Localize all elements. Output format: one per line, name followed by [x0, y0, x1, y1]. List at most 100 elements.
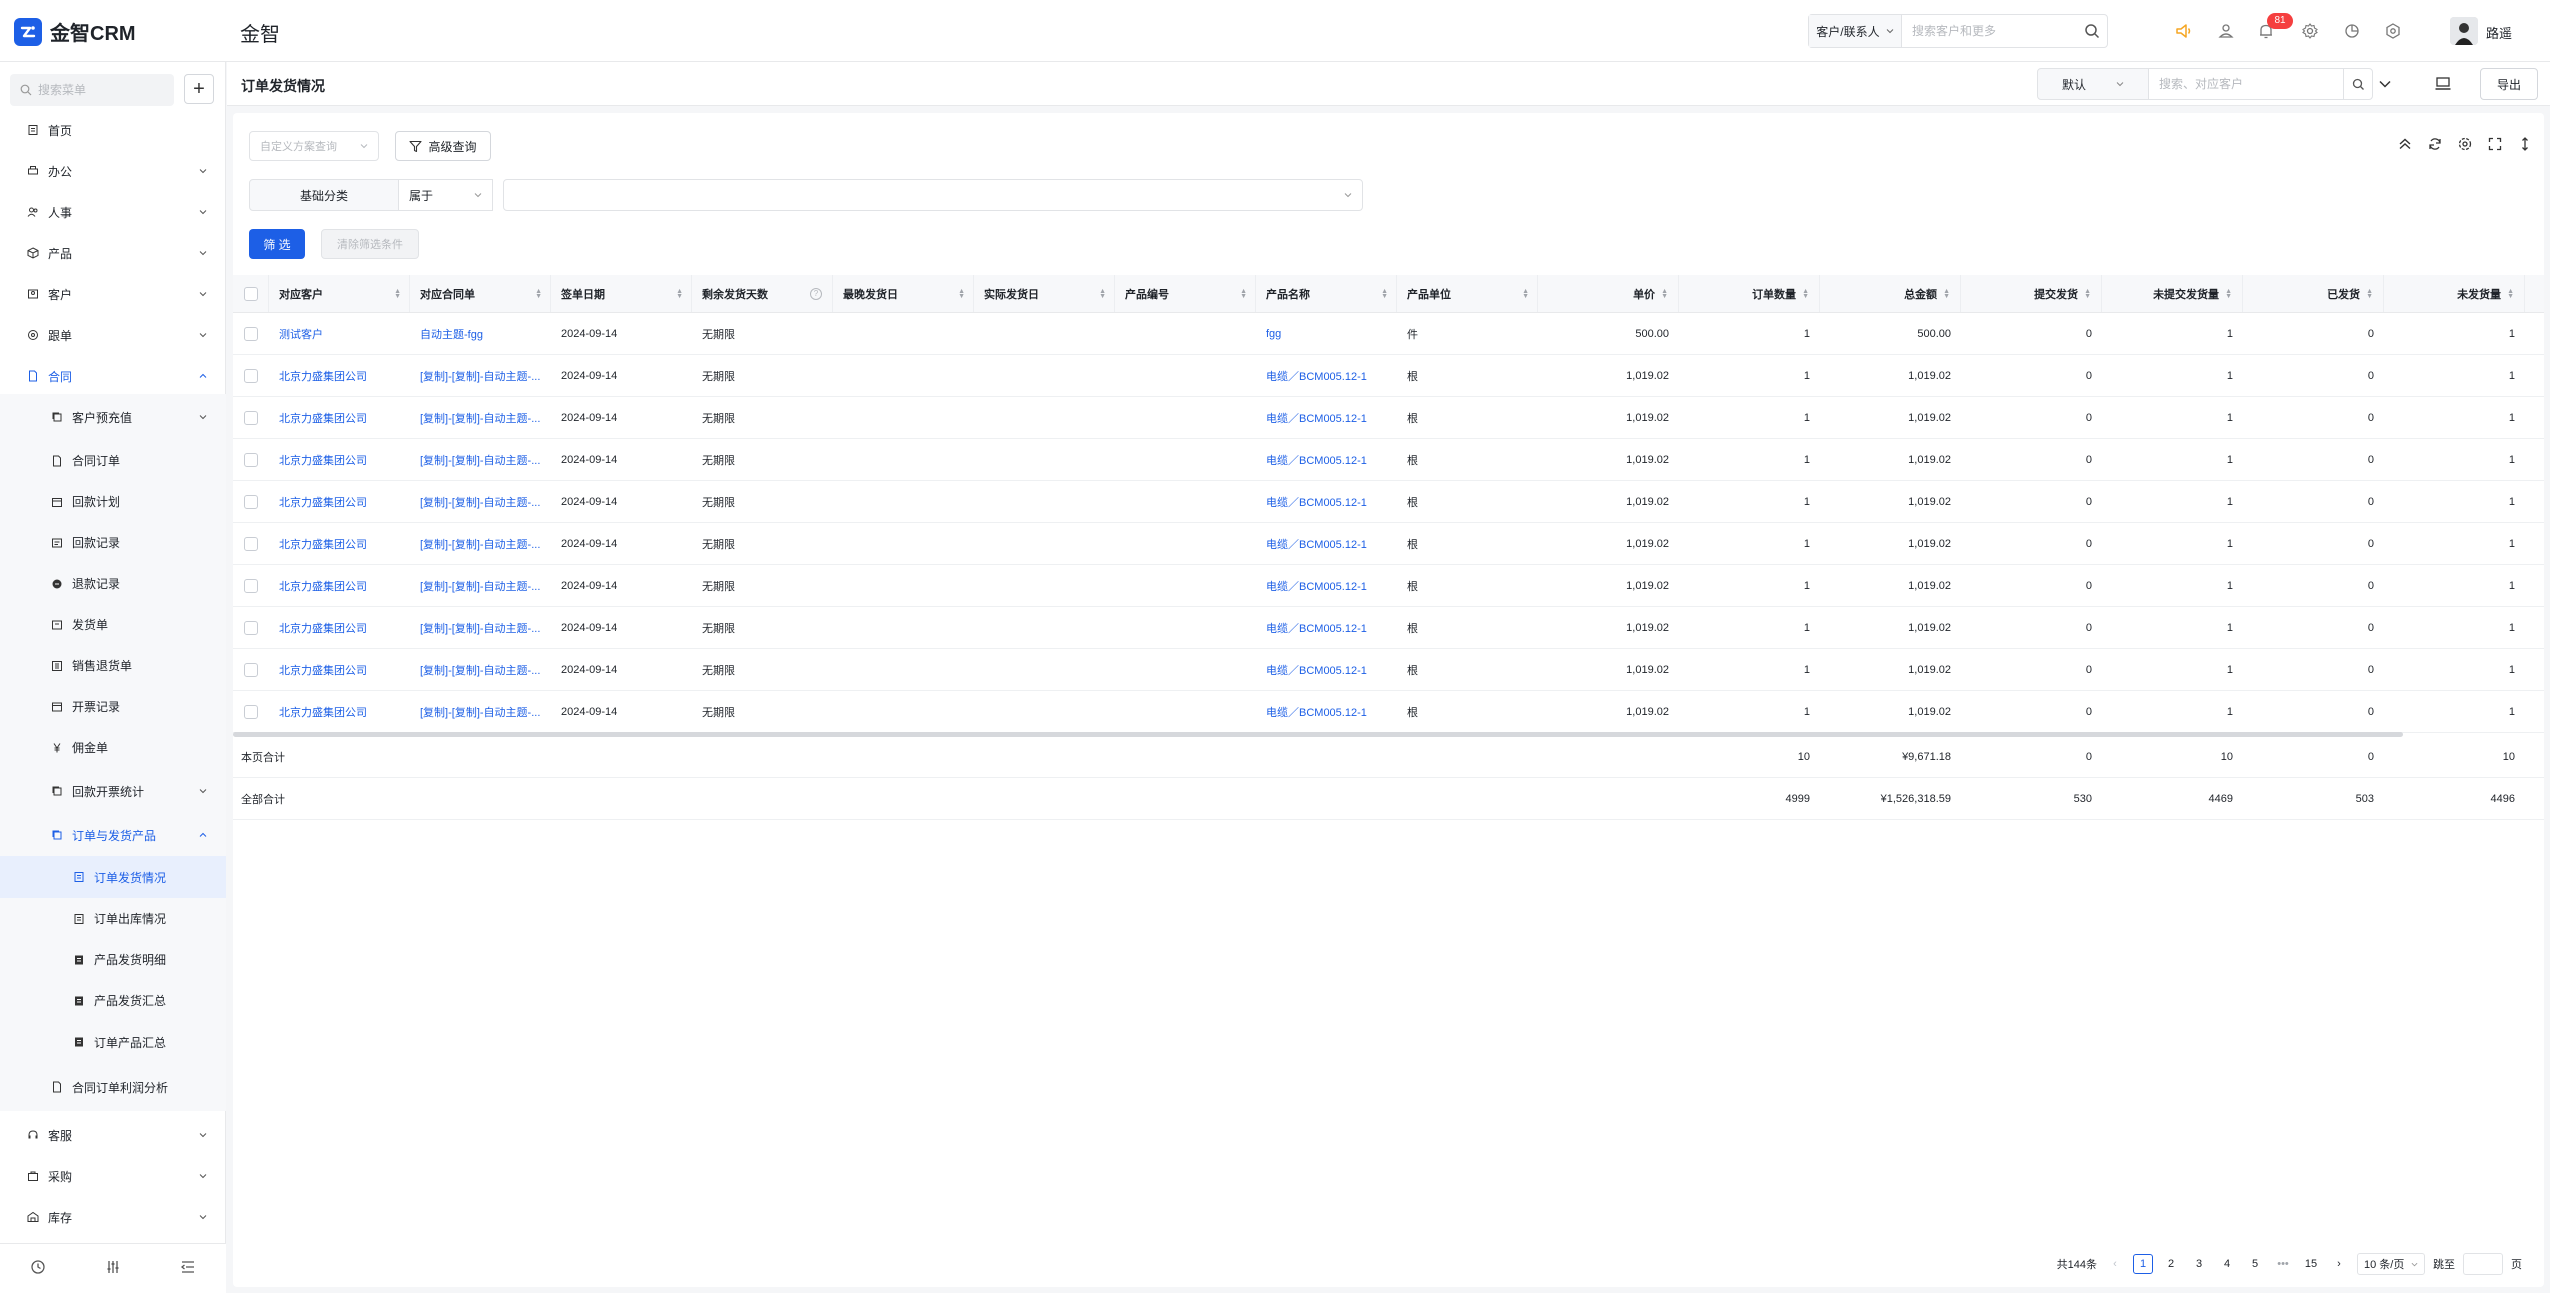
prev-page-icon[interactable]: ‹: [2105, 1254, 2125, 1274]
cell-customer[interactable]: 北京力盛集团公司: [269, 439, 410, 480]
scheme-select[interactable]: 自定义方案查询: [249, 131, 379, 161]
sort-icon[interactable]: ▲ ▼: [958, 288, 965, 300]
page-search-input[interactable]: [2149, 77, 2343, 91]
sidebar-item-office[interactable]: 办公: [0, 153, 226, 189]
sidebar-item-order-outbound[interactable]: 订单出库情况: [0, 898, 226, 939]
page-3[interactable]: 3: [2189, 1254, 2209, 1274]
sidebar-item-commission[interactable]: 佣金单: [0, 727, 226, 768]
cell-contract[interactable]: [复制]-[复制]-自动主题-...: [410, 523, 551, 564]
cell-contract[interactable]: [复制]-[复制]-自动主题-...: [410, 355, 551, 396]
cell-contract[interactable]: [复制]-[复制]-自动主题-...: [410, 607, 551, 648]
refresh-icon[interactable]: [2426, 135, 2444, 153]
speaker-icon[interactable]: [2170, 17, 2198, 45]
filter-value-select[interactable]: [503, 179, 1363, 211]
sort-icon[interactable]: ▲ ▼: [394, 288, 401, 300]
sidebar-item-payment-plan[interactable]: 回款计划: [0, 481, 226, 522]
sort-icon[interactable]: ▲ ▼: [2084, 288, 2091, 300]
cell-customer[interactable]: 北京力盛集团公司: [269, 691, 410, 732]
row-checkbox[interactable]: [244, 536, 258, 551]
row-checkbox[interactable]: [244, 662, 258, 677]
sidebar-item-purchase[interactable]: 采购: [0, 1158, 226, 1194]
sort-icon[interactable]: ▲ ▼: [1381, 288, 1388, 300]
sidebar-item-customer[interactable]: 客户: [0, 276, 226, 312]
column-header-order-qty[interactable]: 订单数量 ▲ ▼: [1679, 275, 1820, 312]
row-checkbox[interactable]: [244, 452, 258, 467]
sidebar-item-sales-return[interactable]: 销售退货单: [0, 645, 226, 686]
column-header-unshipped[interactable]: 未发货量 ▲ ▼: [2384, 275, 2525, 312]
column-header-submitted[interactable]: 提交发货 ▲ ▼: [1961, 275, 2102, 312]
cell-product-name[interactable]: 电缆／BCM005.12-1: [1256, 481, 1397, 522]
row-checkbox[interactable]: [244, 410, 258, 425]
collapse-up-icon[interactable]: [2396, 135, 2414, 153]
sidebar-item-order-delivery-status[interactable]: 订单发货情况: [0, 856, 226, 898]
user-name[interactable]: 路遥: [2486, 23, 2512, 42]
sidebar-item-profit-analysis[interactable]: 合同订单利润分析: [0, 1063, 226, 1111]
search-icon[interactable]: [2077, 15, 2107, 47]
sort-icon[interactable]: ▲ ▼: [2507, 288, 2514, 300]
settings-icon[interactable]: [2456, 135, 2474, 153]
sort-icon[interactable]: ▲ ▼: [535, 288, 542, 300]
cell-product-name[interactable]: 电缆／BCM005.12-1: [1256, 691, 1397, 732]
menu-search-input[interactable]: [38, 83, 168, 97]
sort-icon[interactable]: ▲ ▼: [1943, 288, 1950, 300]
sidebar-item-order-shipping[interactable]: 订单与发货产品: [0, 814, 226, 856]
sidebar-item-payment-stats[interactable]: 回款开票统计: [0, 768, 226, 814]
column-header-shipped[interactable]: 已发货 ▲ ▼: [2243, 275, 2384, 312]
sort-icon[interactable]: ▲ ▼: [1522, 288, 1529, 300]
sidebar-item-hr[interactable]: 人事: [0, 194, 226, 230]
page-4[interactable]: 4: [2217, 1254, 2237, 1274]
advanced-search-button[interactable]: 高级查询: [395, 131, 491, 161]
cell-customer[interactable]: 北京力盛集团公司: [269, 523, 410, 564]
column-header-unit-price[interactable]: 单价 ▲ ▼: [1538, 275, 1679, 312]
filter-operator-select[interactable]: 属于: [398, 179, 493, 211]
sidebar-item-refund[interactable]: 退款记录: [0, 563, 226, 604]
cell-contract[interactable]: 自动主题-fgg: [410, 313, 551, 354]
cell-product-name[interactable]: 电缆／BCM005.12-1: [1256, 565, 1397, 606]
page-ellipsis[interactable]: •••: [2273, 1254, 2293, 1274]
column-header-unsubmitted[interactable]: 未提交发货量 ▲ ▼: [2102, 275, 2243, 312]
search-type-select[interactable]: 客户/联系人: [1809, 15, 1902, 47]
cell-customer[interactable]: 北京力盛集团公司: [269, 355, 410, 396]
cell-product-name[interactable]: 电缆／BCM005.12-1: [1256, 397, 1397, 438]
filter-field-select[interactable]: 基础分类: [249, 179, 399, 211]
sidebar-item-inventory[interactable]: 库存: [0, 1199, 226, 1235]
history-icon[interactable]: [30, 1259, 46, 1278]
sidebar-item-prepay[interactable]: 客户预充值: [0, 394, 226, 440]
page-5[interactable]: 5: [2245, 1254, 2265, 1274]
collapse-menu-icon[interactable]: [180, 1259, 196, 1278]
cell-customer[interactable]: 北京力盛集团公司: [269, 607, 410, 648]
column-header-contract[interactable]: 对应合同单 ▲ ▼: [410, 275, 551, 312]
gear-icon[interactable]: [2296, 17, 2324, 45]
filter-button[interactable]: 筛 选: [249, 229, 305, 259]
column-header-product-name[interactable]: 产品名称 ▲ ▼: [1256, 275, 1397, 312]
cell-customer[interactable]: 北京力盛集团公司: [269, 397, 410, 438]
sidebar-item-product-delivery-detail[interactable]: 产品发货明细: [0, 939, 226, 980]
row-checkbox[interactable]: [244, 494, 258, 509]
cell-product-name[interactable]: 电缆／BCM005.12-1: [1256, 649, 1397, 690]
sort-icon[interactable]: ▲ ▼: [1802, 288, 1809, 300]
sidebar-item-contract[interactable]: 合同: [0, 358, 226, 394]
cell-customer[interactable]: 测试客户: [269, 313, 410, 354]
sidebar-item-service[interactable]: 客服: [0, 1117, 226, 1153]
cell-product-name[interactable]: 电缆／BCM005.12-1: [1256, 355, 1397, 396]
sidebar-item-product[interactable]: 产品: [0, 235, 226, 271]
cell-product-name[interactable]: 电缆／BCM005.12-1: [1256, 607, 1397, 648]
page-1[interactable]: 1: [2133, 1254, 2153, 1274]
sidebar-item-payment-record[interactable]: 回款记录: [0, 522, 226, 563]
column-header-actual-delivery[interactable]: 实际发货日 ▲ ▼: [974, 275, 1115, 312]
sort-icon[interactable]: ▲ ▼: [1240, 288, 1247, 300]
column-header-unit[interactable]: 产品单位 ▲ ▼: [1397, 275, 1538, 312]
cell-customer[interactable]: 北京力盛集团公司: [269, 481, 410, 522]
clear-filter-button[interactable]: 清除筛选条件: [321, 229, 419, 259]
column-header-total-amount[interactable]: 总金额 ▲ ▼: [1820, 275, 1961, 312]
search-icon[interactable]: [2343, 68, 2373, 100]
sliders-icon[interactable]: [105, 1259, 121, 1278]
cell-contract[interactable]: [复制]-[复制]-自动主题-...: [410, 439, 551, 480]
cell-product-name[interactable]: 电缆／BCM005.12-1: [1256, 439, 1397, 480]
sidebar-item-delivery-note[interactable]: 发货单: [0, 604, 226, 645]
sidebar-item-product-delivery-summary[interactable]: 产品发货汇总: [0, 980, 226, 1021]
contacts-icon[interactable]: [2212, 17, 2240, 45]
sidebar-item-follow[interactable]: 跟单: [0, 317, 226, 353]
select-all-checkbox[interactable]: [243, 286, 258, 301]
cell-contract[interactable]: [复制]-[复制]-自动主题-...: [410, 565, 551, 606]
